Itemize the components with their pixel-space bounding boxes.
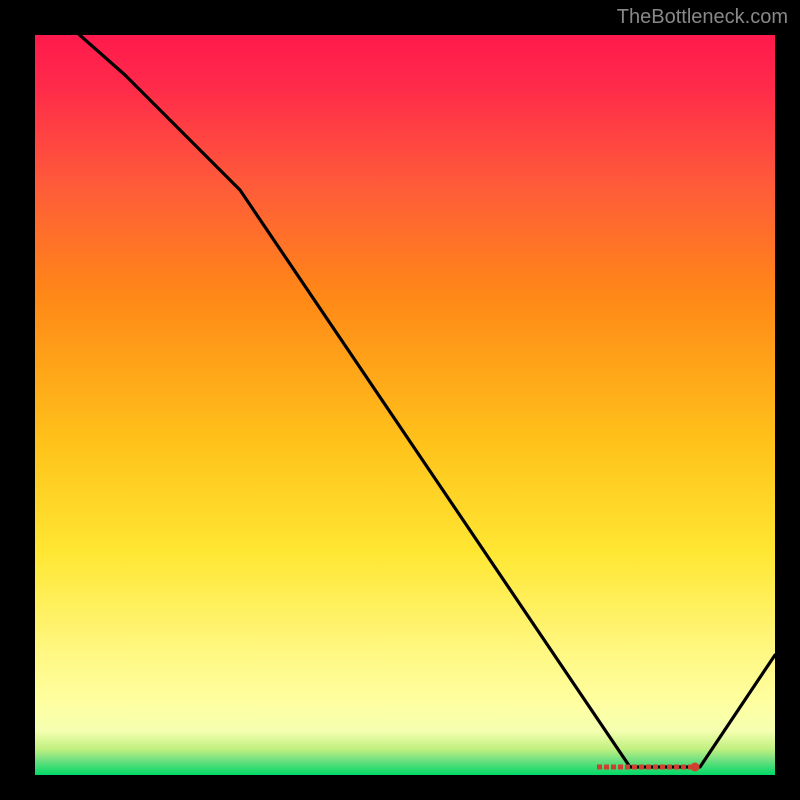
chart-container: TheBottleneck.com xyxy=(0,0,800,800)
watermark-text: TheBottleneck.com xyxy=(617,6,788,29)
chart-svg xyxy=(35,35,775,775)
plot-area xyxy=(35,35,775,775)
chart-background xyxy=(35,35,775,775)
